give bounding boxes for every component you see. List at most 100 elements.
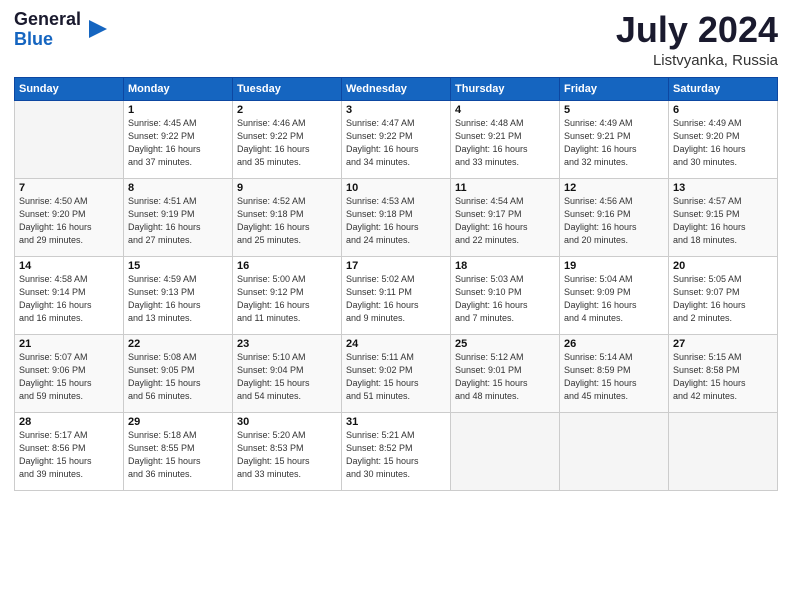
day-number: 27 bbox=[673, 338, 773, 350]
day-info: Sunrise: 5:03 AM Sunset: 9:10 PM Dayligh… bbox=[455, 273, 555, 325]
day-number: 9 bbox=[237, 182, 337, 194]
logo: General Blue bbox=[14, 10, 109, 50]
calendar-cell: 18Sunrise: 5:03 AM Sunset: 9:10 PM Dayli… bbox=[451, 256, 560, 334]
col-header-monday: Monday bbox=[124, 77, 233, 100]
header: General Blue July 2024 Listvyanka, Russi… bbox=[14, 10, 778, 69]
day-number: 30 bbox=[237, 416, 337, 428]
week-row-1: 1Sunrise: 4:45 AM Sunset: 9:22 PM Daylig… bbox=[15, 100, 778, 178]
calendar-cell: 23Sunrise: 5:10 AM Sunset: 9:04 PM Dayli… bbox=[233, 334, 342, 412]
title-block: July 2024 Listvyanka, Russia bbox=[616, 10, 778, 69]
day-number: 17 bbox=[346, 260, 446, 272]
day-info: Sunrise: 4:52 AM Sunset: 9:18 PM Dayligh… bbox=[237, 195, 337, 247]
calendar-cell: 13Sunrise: 4:57 AM Sunset: 9:15 PM Dayli… bbox=[669, 178, 778, 256]
day-number: 4 bbox=[455, 104, 555, 116]
day-info: Sunrise: 5:15 AM Sunset: 8:58 PM Dayligh… bbox=[673, 351, 773, 403]
day-info: Sunrise: 5:11 AM Sunset: 9:02 PM Dayligh… bbox=[346, 351, 446, 403]
day-info: Sunrise: 5:02 AM Sunset: 9:11 PM Dayligh… bbox=[346, 273, 446, 325]
week-row-2: 7Sunrise: 4:50 AM Sunset: 9:20 PM Daylig… bbox=[15, 178, 778, 256]
calendar-cell: 30Sunrise: 5:20 AM Sunset: 8:53 PM Dayli… bbox=[233, 412, 342, 490]
calendar-table: SundayMondayTuesdayWednesdayThursdayFrid… bbox=[14, 77, 778, 491]
calendar-cell: 7Sunrise: 4:50 AM Sunset: 9:20 PM Daylig… bbox=[15, 178, 124, 256]
calendar-cell: 27Sunrise: 5:15 AM Sunset: 8:58 PM Dayli… bbox=[669, 334, 778, 412]
col-header-sunday: Sunday bbox=[15, 77, 124, 100]
header-row: SundayMondayTuesdayWednesdayThursdayFrid… bbox=[15, 77, 778, 100]
day-number: 29 bbox=[128, 416, 228, 428]
day-number: 6 bbox=[673, 104, 773, 116]
day-number: 10 bbox=[346, 182, 446, 194]
day-number: 13 bbox=[673, 182, 773, 194]
day-number: 7 bbox=[19, 182, 119, 194]
day-number: 12 bbox=[564, 182, 664, 194]
col-header-wednesday: Wednesday bbox=[342, 77, 451, 100]
day-info: Sunrise: 5:17 AM Sunset: 8:56 PM Dayligh… bbox=[19, 429, 119, 481]
week-row-4: 21Sunrise: 5:07 AM Sunset: 9:06 PM Dayli… bbox=[15, 334, 778, 412]
calendar-cell: 17Sunrise: 5:02 AM Sunset: 9:11 PM Dayli… bbox=[342, 256, 451, 334]
day-info: Sunrise: 5:08 AM Sunset: 9:05 PM Dayligh… bbox=[128, 351, 228, 403]
col-header-tuesday: Tuesday bbox=[233, 77, 342, 100]
calendar-cell: 21Sunrise: 5:07 AM Sunset: 9:06 PM Dayli… bbox=[15, 334, 124, 412]
calendar-cell: 16Sunrise: 5:00 AM Sunset: 9:12 PM Dayli… bbox=[233, 256, 342, 334]
week-row-3: 14Sunrise: 4:58 AM Sunset: 9:14 PM Dayli… bbox=[15, 256, 778, 334]
day-number: 26 bbox=[564, 338, 664, 350]
calendar-cell: 11Sunrise: 4:54 AM Sunset: 9:17 PM Dayli… bbox=[451, 178, 560, 256]
calendar-cell: 10Sunrise: 4:53 AM Sunset: 9:18 PM Dayli… bbox=[342, 178, 451, 256]
day-info: Sunrise: 5:05 AM Sunset: 9:07 PM Dayligh… bbox=[673, 273, 773, 325]
day-number: 8 bbox=[128, 182, 228, 194]
calendar-cell bbox=[15, 100, 124, 178]
calendar-cell: 9Sunrise: 4:52 AM Sunset: 9:18 PM Daylig… bbox=[233, 178, 342, 256]
day-number: 1 bbox=[128, 104, 228, 116]
day-info: Sunrise: 4:56 AM Sunset: 9:16 PM Dayligh… bbox=[564, 195, 664, 247]
calendar-cell bbox=[669, 412, 778, 490]
calendar-cell: 19Sunrise: 5:04 AM Sunset: 9:09 PM Dayli… bbox=[560, 256, 669, 334]
calendar-cell: 4Sunrise: 4:48 AM Sunset: 9:21 PM Daylig… bbox=[451, 100, 560, 178]
calendar-cell: 5Sunrise: 4:49 AM Sunset: 9:21 PM Daylig… bbox=[560, 100, 669, 178]
day-number: 21 bbox=[19, 338, 119, 350]
calendar-cell: 31Sunrise: 5:21 AM Sunset: 8:52 PM Dayli… bbox=[342, 412, 451, 490]
calendar-cell: 1Sunrise: 4:45 AM Sunset: 9:22 PM Daylig… bbox=[124, 100, 233, 178]
day-info: Sunrise: 4:54 AM Sunset: 9:17 PM Dayligh… bbox=[455, 195, 555, 247]
day-info: Sunrise: 4:49 AM Sunset: 9:20 PM Dayligh… bbox=[673, 117, 773, 169]
day-number: 19 bbox=[564, 260, 664, 272]
calendar-cell: 8Sunrise: 4:51 AM Sunset: 9:19 PM Daylig… bbox=[124, 178, 233, 256]
day-info: Sunrise: 5:20 AM Sunset: 8:53 PM Dayligh… bbox=[237, 429, 337, 481]
calendar-cell: 24Sunrise: 5:11 AM Sunset: 9:02 PM Dayli… bbox=[342, 334, 451, 412]
day-info: Sunrise: 4:49 AM Sunset: 9:21 PM Dayligh… bbox=[564, 117, 664, 169]
day-number: 16 bbox=[237, 260, 337, 272]
location: Listvyanka, Russia bbox=[616, 52, 778, 69]
calendar-cell: 3Sunrise: 4:47 AM Sunset: 9:22 PM Daylig… bbox=[342, 100, 451, 178]
day-info: Sunrise: 5:12 AM Sunset: 9:01 PM Dayligh… bbox=[455, 351, 555, 403]
calendar-cell: 15Sunrise: 4:59 AM Sunset: 9:13 PM Dayli… bbox=[124, 256, 233, 334]
col-header-saturday: Saturday bbox=[669, 77, 778, 100]
day-info: Sunrise: 5:21 AM Sunset: 8:52 PM Dayligh… bbox=[346, 429, 446, 481]
day-number: 20 bbox=[673, 260, 773, 272]
day-number: 15 bbox=[128, 260, 228, 272]
day-info: Sunrise: 4:51 AM Sunset: 9:19 PM Dayligh… bbox=[128, 195, 228, 247]
day-number: 18 bbox=[455, 260, 555, 272]
logo-general: General bbox=[14, 10, 81, 30]
day-number: 24 bbox=[346, 338, 446, 350]
day-number: 25 bbox=[455, 338, 555, 350]
calendar-cell: 25Sunrise: 5:12 AM Sunset: 9:01 PM Dayli… bbox=[451, 334, 560, 412]
day-info: Sunrise: 4:50 AM Sunset: 9:20 PM Dayligh… bbox=[19, 195, 119, 247]
day-info: Sunrise: 4:53 AM Sunset: 9:18 PM Dayligh… bbox=[346, 195, 446, 247]
day-info: Sunrise: 4:57 AM Sunset: 9:15 PM Dayligh… bbox=[673, 195, 773, 247]
calendar-cell: 6Sunrise: 4:49 AM Sunset: 9:20 PM Daylig… bbox=[669, 100, 778, 178]
day-info: Sunrise: 4:46 AM Sunset: 9:22 PM Dayligh… bbox=[237, 117, 337, 169]
day-number: 3 bbox=[346, 104, 446, 116]
day-number: 23 bbox=[237, 338, 337, 350]
day-info: Sunrise: 5:18 AM Sunset: 8:55 PM Dayligh… bbox=[128, 429, 228, 481]
page-container: General Blue July 2024 Listvyanka, Russi… bbox=[0, 0, 792, 501]
day-number: 28 bbox=[19, 416, 119, 428]
day-info: Sunrise: 5:04 AM Sunset: 9:09 PM Dayligh… bbox=[564, 273, 664, 325]
calendar-cell: 2Sunrise: 4:46 AM Sunset: 9:22 PM Daylig… bbox=[233, 100, 342, 178]
day-info: Sunrise: 5:00 AM Sunset: 9:12 PM Dayligh… bbox=[237, 273, 337, 325]
day-info: Sunrise: 5:14 AM Sunset: 8:59 PM Dayligh… bbox=[564, 351, 664, 403]
calendar-cell: 29Sunrise: 5:18 AM Sunset: 8:55 PM Dayli… bbox=[124, 412, 233, 490]
day-number: 14 bbox=[19, 260, 119, 272]
day-info: Sunrise: 4:47 AM Sunset: 9:22 PM Dayligh… bbox=[346, 117, 446, 169]
month-title: July 2024 bbox=[616, 10, 778, 50]
calendar-cell: 28Sunrise: 5:17 AM Sunset: 8:56 PM Dayli… bbox=[15, 412, 124, 490]
day-info: Sunrise: 4:45 AM Sunset: 9:22 PM Dayligh… bbox=[128, 117, 228, 169]
day-info: Sunrise: 4:48 AM Sunset: 9:21 PM Dayligh… bbox=[455, 117, 555, 169]
logo-blue: Blue bbox=[14, 30, 81, 50]
